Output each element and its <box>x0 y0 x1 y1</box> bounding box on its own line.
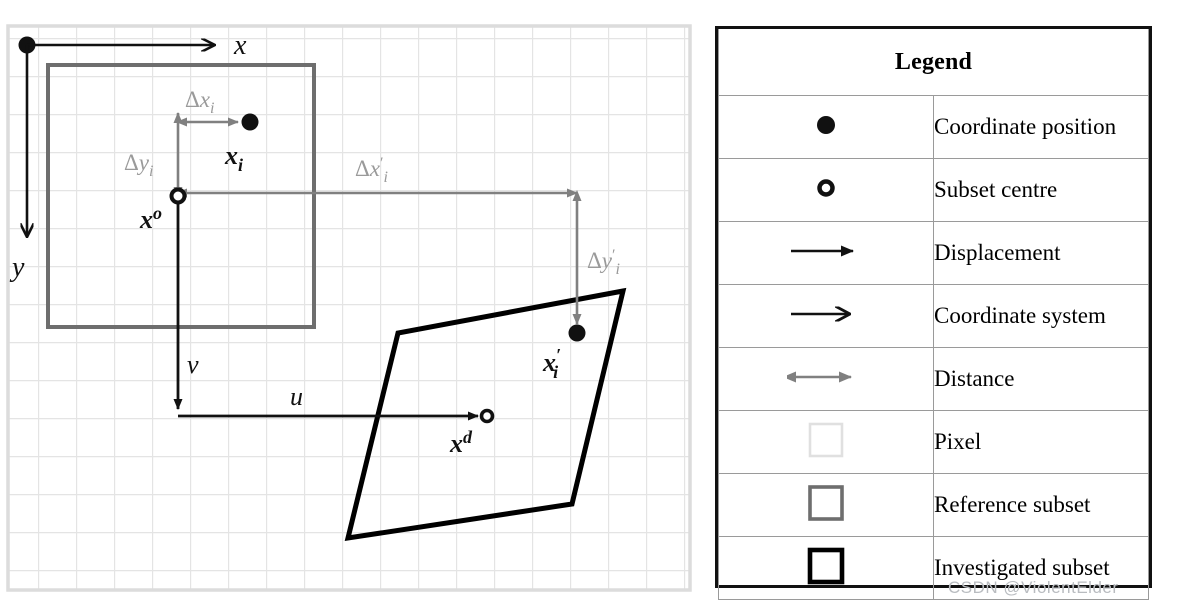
legend-label-coordinate-system: Coordinate system <box>933 284 1149 348</box>
investigated-subset-square-icon <box>804 544 848 593</box>
legend-label-distance: Distance <box>933 347 1149 411</box>
legend-icon-cell <box>718 158 934 222</box>
displacement-label-u: u <box>290 382 303 411</box>
legend-icon-cell <box>718 347 934 411</box>
legend-icon-cell <box>718 95 934 159</box>
figure-root: x y Δxi Δyi Δx′i Δy′i v u xi xo x′ i xd … <box>0 0 1182 603</box>
legend-row-coordinate-position: Coordinate position <box>718 95 1149 159</box>
legend-row-distance: Distance <box>718 347 1149 411</box>
legend-icon-cell <box>718 284 934 348</box>
legend-label-pixel: Pixel <box>933 410 1149 474</box>
legend-label-reference-subset: Reference subset <box>933 473 1149 537</box>
legend-row-displacement: Displacement <box>718 221 1149 285</box>
point-x-o <box>169 187 187 205</box>
reference-subset-square-icon <box>804 481 848 530</box>
axis-label-y: y <box>9 252 25 283</box>
displacement-arrow-icon <box>787 238 865 269</box>
axis-label-x: x <box>233 30 247 61</box>
watermark-text: CSDN @ViolentElder <box>948 578 1119 597</box>
point-x-i-prime <box>568 324 586 342</box>
displacement-label-v: v <box>187 350 199 379</box>
legend-row-pixel: Pixel <box>718 410 1149 474</box>
legend-label-subset-centre: Subset centre <box>933 158 1149 222</box>
legend-row-subset-centre: Subset centre <box>718 158 1149 222</box>
double-headed-arrow-icon <box>783 364 865 395</box>
legend-row-coordinate-system: Coordinate system <box>718 284 1149 348</box>
pixel-grid <box>6 24 692 592</box>
legend-icon-cell <box>718 536 934 600</box>
diagram-svg: x y Δxi Δyi Δx′i Δy′i v u xi xo x′ i xd <box>6 24 692 592</box>
legend-icon-cell <box>718 410 934 474</box>
legend-header-row: Legend <box>718 29 1149 96</box>
filled-circle-icon <box>806 108 846 147</box>
hollow-circle-icon <box>806 171 846 210</box>
legend-label-coordinate-position: Coordinate position <box>933 95 1149 159</box>
legend-icon-cell <box>718 473 934 537</box>
pixel-square-icon <box>804 418 848 467</box>
diagram-panel: x y Δxi Δyi Δx′i Δy′i v u xi xo x′ i xd <box>0 0 700 603</box>
legend-row-reference-subset: Reference subset <box>718 473 1149 537</box>
legend-icon-cell <box>718 221 934 285</box>
point-x-i <box>241 113 259 131</box>
coordinate-system-arrow-icon <box>787 301 865 332</box>
point-x-d <box>479 408 495 424</box>
legend-title: Legend <box>718 29 1149 96</box>
legend-table: Legend Coordinate position Subset centre… <box>715 26 1152 600</box>
legend-label-displacement: Displacement <box>933 221 1149 285</box>
